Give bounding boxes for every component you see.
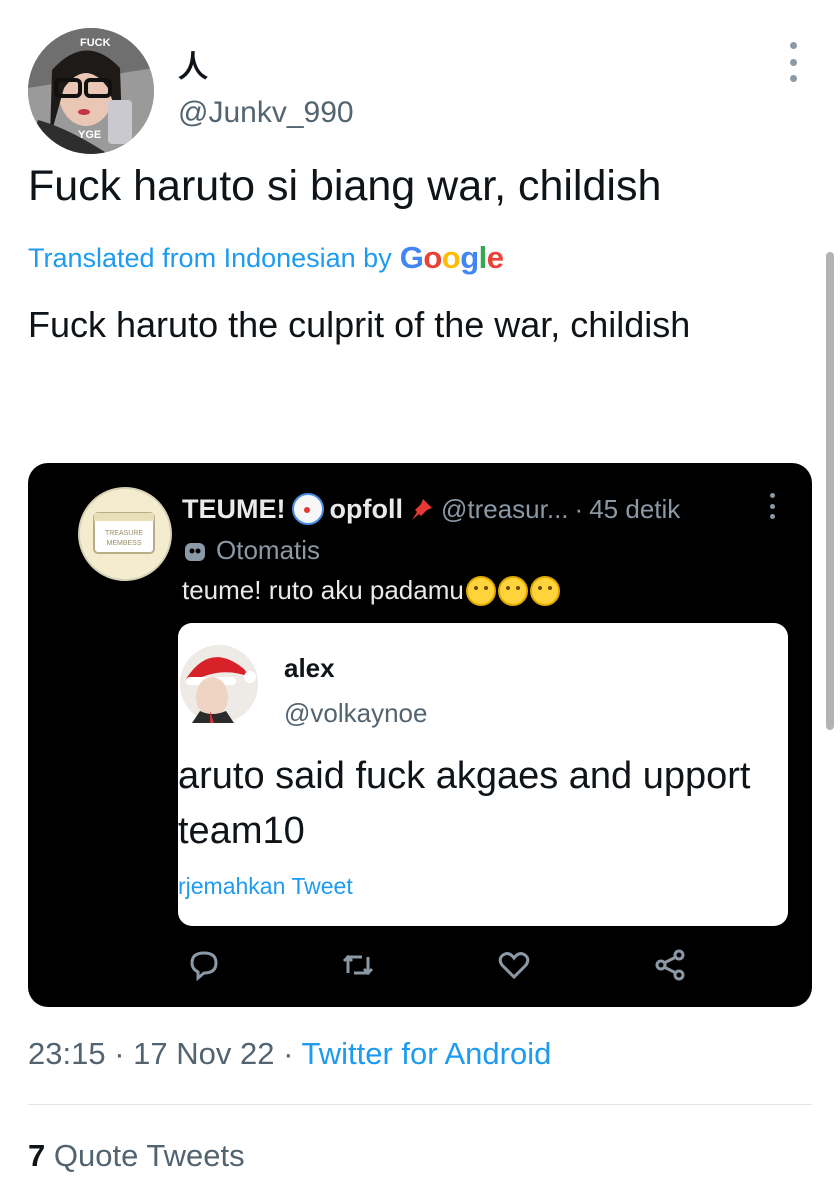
quote-tweets-link[interactable]: 7 Quote Tweets: [28, 1138, 245, 1174]
quoted-screenshot-card: alex @volkaynoe aruto said fuck akgaes a…: [178, 623, 788, 926]
scrollbar[interactable]: [826, 252, 834, 730]
embedded-action-bar: [28, 947, 812, 987]
inner-avatar: [180, 645, 258, 723]
embedded-header: TEUME! opfoll @treasur... · 45 detik: [182, 493, 681, 525]
embedded-name[interactable]: TEUME!: [182, 494, 286, 525]
smiling-emoji-icon: [465, 575, 496, 606]
retweet-icon: [342, 954, 374, 976]
like-icon: [498, 952, 530, 980]
svg-text:TREASURE: TREASURE: [105, 530, 143, 537]
pin-icon: [411, 499, 432, 520]
automated-label: Otomatis: [216, 535, 321, 565]
user-avatar[interactable]: FUCK YGE: [28, 28, 154, 154]
embedded-time: 45 detik: [589, 493, 681, 524]
svg-text:YGE: YGE: [78, 129, 101, 141]
tweet-source-link[interactable]: Twitter for Android: [301, 1036, 551, 1071]
divider: [28, 1104, 812, 1105]
automated-label-row: Otomatis: [182, 535, 320, 566]
embedded-avatar: TREASURE MEMBESS: [78, 487, 172, 581]
tweet-date[interactable]: 17 Nov 22: [133, 1036, 274, 1071]
smiling-emoji-icon: [497, 575, 528, 606]
reply-icon: [190, 951, 218, 982]
inner-display-name: alex: [284, 653, 335, 683]
quote-tweets-label: Quote Tweets: [53, 1138, 245, 1173]
embedded-screenshot[interactable]: TREASURE MEMBESS TEUME! opfoll @treasur.…: [28, 463, 812, 1007]
quote-tweets-count: 7: [28, 1138, 46, 1173]
tweet-time[interactable]: 23:15: [28, 1036, 106, 1071]
embedded-tweet-text-row: teume! ruto aku padamu: [182, 575, 560, 606]
clown-emoji-icon: [291, 493, 324, 525]
translated-tweet-text: Fuck haruto the culprit of the war, chil…: [28, 304, 691, 345]
share-icon: [655, 949, 685, 981]
embedded-tweet-text: teume! ruto aku padamu: [182, 575, 464, 605]
inner-handle: @volkaynoe: [284, 698, 428, 728]
more-options-icon[interactable]: [782, 42, 804, 82]
google-logo: Google: [399, 240, 504, 275]
translation-attribution: Translated from Indonesian by Google: [28, 240, 504, 276]
embedded-more-icon: [768, 493, 776, 519]
tweet-timestamp: 23:15 · 17 Nov 22 · Twitter for Android: [28, 1036, 552, 1071]
translated-from-label[interactable]: Translated from Indonesian by: [28, 243, 392, 274]
embedded-name-suffix: opfoll: [329, 493, 403, 524]
display-name[interactable]: 人: [178, 42, 208, 86]
embedded-handle[interactable]: @treasur...: [441, 494, 569, 525]
inner-translate-link: rjemahkan Tweet: [178, 873, 353, 899]
smiling-emoji-icon: [529, 575, 560, 606]
svg-text:MEMBESS: MEMBESS: [106, 540, 141, 547]
tweet-text: Fuck haruto si biang war, childish: [28, 162, 662, 210]
svg-text:FUCK: FUCK: [80, 37, 111, 49]
inner-tweet-text: aruto said fuck akgaes and upport team10: [178, 755, 751, 852]
bot-icon: [185, 542, 205, 561]
user-handle[interactable]: @Junkv_990: [178, 96, 354, 130]
